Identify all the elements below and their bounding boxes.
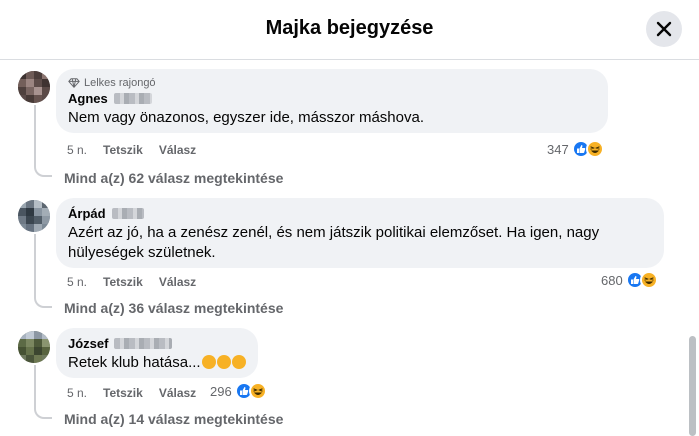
blurred-surname bbox=[111, 208, 144, 219]
thread-connector bbox=[34, 163, 52, 177]
blurred-surname bbox=[113, 93, 152, 104]
scrollbar-thumb[interactable] bbox=[689, 336, 696, 436]
comment-bubble: Lelkes rajongó Agnes Nem vagy önazonos, … bbox=[56, 69, 608, 133]
view-replies-link[interactable]: Mind a(z) 36 válasz megtekintése bbox=[64, 300, 283, 316]
comment-text: Retek klub hatása... bbox=[68, 354, 201, 371]
reply-button[interactable]: Válasz bbox=[159, 275, 196, 289]
haha-reaction-icon bbox=[248, 382, 267, 400]
thread-line bbox=[34, 365, 36, 409]
view-replies-link[interactable]: Mind a(z) 14 válasz megtekintése bbox=[64, 411, 283, 427]
rofl-emoji-icon bbox=[201, 355, 216, 369]
reaction-count: 680 bbox=[601, 272, 623, 288]
comment-time[interactable]: 5 n. bbox=[67, 275, 87, 289]
reaction-count: 296 bbox=[210, 383, 232, 399]
like-button[interactable]: Tetszik bbox=[103, 275, 143, 289]
thread-connector bbox=[34, 294, 52, 308]
avatar[interactable] bbox=[18, 71, 50, 103]
comment-actions: 5 n. Tetszik Válasz bbox=[67, 386, 196, 400]
comment-author[interactable]: Agnes bbox=[68, 91, 108, 106]
fan-badge: Lelkes rajongó bbox=[68, 77, 596, 89]
thread-line bbox=[34, 105, 36, 167]
comment-text-line-1: Azért az jó, ha a zenész zenél, és nem j… bbox=[68, 224, 600, 241]
close-button[interactable] bbox=[646, 11, 682, 47]
comment-bubble: József Retek klub hatása... bbox=[56, 328, 258, 378]
comment-bubble: Árpád Azért az jó, ha a zenész zenél, és… bbox=[56, 198, 664, 268]
reply-button[interactable]: Válasz bbox=[159, 386, 196, 400]
like-button[interactable]: Tetszik bbox=[103, 143, 143, 157]
comment-time[interactable]: 5 n. bbox=[67, 143, 87, 157]
thread-line bbox=[34, 234, 36, 298]
blurred-surname bbox=[114, 338, 173, 349]
comments-list[interactable]: Lelkes rajongó Agnes Nem vagy önazonos, … bbox=[0, 61, 699, 436]
avatar[interactable] bbox=[18, 200, 50, 232]
haha-reaction-icon bbox=[639, 271, 658, 289]
comment-author[interactable]: József bbox=[68, 336, 108, 351]
rofl-emoji-icon bbox=[231, 355, 246, 369]
comment-actions: 5 n. Tetszik Válasz bbox=[67, 275, 196, 289]
reply-button[interactable]: Válasz bbox=[159, 143, 196, 157]
avatar[interactable] bbox=[18, 331, 50, 363]
reaction-count: 347 bbox=[547, 141, 569, 157]
reactions-summary[interactable]: 347 bbox=[547, 140, 604, 158]
like-button[interactable]: Tetszik bbox=[103, 386, 143, 400]
comment-time[interactable]: 5 n. bbox=[67, 386, 87, 400]
rofl-emoji-icon bbox=[216, 355, 231, 369]
comment-author[interactable]: Árpád bbox=[68, 206, 106, 221]
scrollbar[interactable] bbox=[688, 61, 696, 436]
badge-label: Lelkes rajongó bbox=[84, 77, 156, 89]
comment-text-line-2: hülyeségek születnek. bbox=[68, 244, 216, 261]
diamond-icon bbox=[68, 78, 80, 88]
dialog-title: Majka bejegyzése bbox=[265, 17, 434, 39]
thread-connector bbox=[34, 405, 52, 419]
view-replies-link[interactable]: Mind a(z) 62 válasz megtekintése bbox=[64, 170, 283, 186]
close-icon bbox=[656, 21, 672, 37]
haha-reaction-icon bbox=[585, 140, 604, 158]
dialog-header: Majka bejegyzése bbox=[0, 0, 699, 60]
reactions-summary[interactable]: 680 bbox=[601, 271, 658, 289]
comment-text: Nem vagy önazonos, egyszer ide, másszor … bbox=[68, 109, 424, 126]
comment-actions: 5 n. Tetszik Válasz bbox=[67, 143, 196, 157]
reactions-summary[interactable]: 296 bbox=[210, 382, 267, 400]
